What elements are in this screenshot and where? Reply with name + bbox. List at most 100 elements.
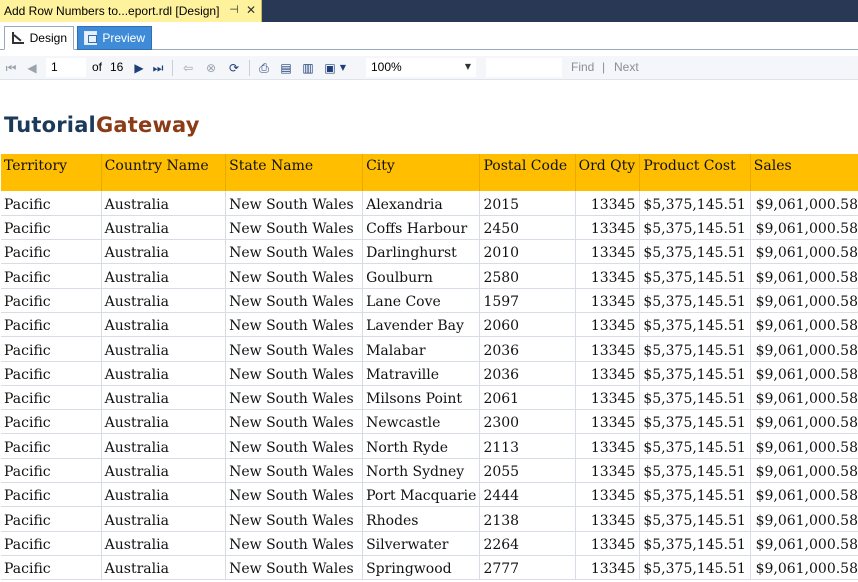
table-cell: New South Wales [225, 482, 364, 508]
table-cell: 13345 [575, 506, 641, 532]
stop-icon[interactable]: ⊗ [203, 60, 219, 76]
table-cell: 13345 [575, 191, 641, 216]
table-cell: Pacific [1, 288, 102, 313]
find-input[interactable] [486, 58, 562, 77]
table-cell: $9,061,000.58 [750, 433, 858, 459]
table-row: Pacific Australia New South Wales Milsons P… [1, 385, 858, 411]
first-page-icon[interactable]: ⏮ [3, 60, 19, 76]
table-cell: 1597 [479, 288, 576, 313]
table-cell: Australia [101, 482, 227, 508]
table-cell: Australia [101, 433, 227, 459]
table-cell: $9,061,000.58 [750, 263, 858, 289]
logo-text-part2: Gateway [95, 113, 200, 137]
table-row: Pacific Australia New South Wales Silverwat… [1, 531, 858, 556]
table-cell: $9,061,000.58 [750, 409, 858, 435]
table-cell: 13345 [575, 409, 641, 435]
table-cell: Rhodes [362, 506, 481, 532]
column-header: Product Cost [639, 154, 751, 191]
table-cell: 13345 [575, 555, 641, 581]
table-row: Pacific Australia New South Wales North Syd… [1, 458, 858, 484]
table-cell: New South Wales [225, 312, 364, 338]
table-row: Pacific Australia New South Wales Alexandri… [1, 191, 858, 216]
table-cell: Australia [101, 215, 227, 241]
table-cell: 2444 [479, 482, 576, 508]
zoom-select[interactable]: 100% [366, 58, 476, 77]
table-cell: 13345 [575, 215, 641, 241]
last-page-icon[interactable]: ⏭ [150, 60, 166, 76]
table-cell: New South Wales [225, 433, 364, 459]
table-row: Pacific Australia New South Wales Matravill… [1, 361, 858, 386]
table-cell: $5,375,145.51 [639, 409, 751, 435]
table-cell: Pacific [1, 482, 102, 508]
table-cell: Australia [101, 312, 227, 338]
back-icon[interactable]: ⇦ [180, 60, 196, 76]
toolbar-separator [172, 60, 173, 76]
table-cell: 13345 [575, 482, 641, 508]
table-cell: 2113 [479, 433, 576, 459]
print-layout-icon[interactable]: ▤ [278, 60, 294, 76]
table-cell: Australia [101, 409, 227, 435]
print-icon[interactable]: ⎙ [256, 60, 272, 76]
table-cell: $5,375,145.51 [639, 312, 751, 338]
next-page-icon[interactable]: ▶ [131, 60, 147, 76]
close-icon[interactable]: ✕ [244, 3, 258, 17]
table-cell: New South Wales [225, 409, 364, 435]
table-cell: Australia [101, 458, 227, 484]
table-cell: $9,061,000.58 [750, 555, 858, 581]
find-link[interactable]: Find [571, 59, 594, 76]
table-cell: New South Wales [225, 385, 364, 411]
table-cell: Pacific [1, 506, 102, 532]
table-row: Pacific Australia New South Wales Malabar 20… [1, 336, 858, 362]
table-cell: 2138 [479, 506, 576, 532]
table-cell: North Sydney [362, 458, 481, 484]
table-cell: $5,375,145.51 [639, 482, 751, 508]
table-cell: Darlinghurst [362, 239, 481, 265]
table-cell: 2061 [479, 385, 576, 411]
document-tab[interactable]: Add Row Numbers to...eport.rdl [Design] … [0, 0, 262, 22]
next-link[interactable]: Next [614, 59, 639, 76]
find-separator: | [602, 60, 606, 74]
table-cell: 13345 [575, 531, 641, 556]
table-cell: Milsons Point [362, 385, 481, 411]
report-table: Territory Country Name State Name City Posta… [1, 154, 858, 581]
table-cell: $5,375,145.51 [639, 385, 751, 411]
table-cell: Port Macquarie [362, 482, 481, 508]
previous-page-icon[interactable]: ◀ [24, 60, 40, 76]
tab-design-label: Design [29, 31, 67, 45]
table-cell: 13345 [575, 263, 641, 289]
tab-design[interactable]: Design [4, 26, 74, 50]
table-cell: Australia [101, 336, 227, 362]
table-cell: 13345 [575, 312, 641, 338]
table-cell: $9,061,000.58 [750, 191, 858, 216]
table-cell: Pacific [1, 336, 102, 362]
table-cell: Lavender Bay [362, 312, 481, 338]
table-cell: Pacific [1, 361, 102, 386]
table-cell: Pacific [1, 263, 102, 289]
table-cell: Pacific [1, 531, 102, 556]
table-cell: Australia [101, 385, 227, 411]
export-dropdown-icon[interactable]: ▼ [338, 60, 348, 76]
table-cell: $9,061,000.58 [750, 215, 858, 241]
tab-preview[interactable]: Preview [77, 26, 152, 50]
page-setup-icon[interactable]: ▥ [300, 60, 316, 76]
table-cell: Coffs Harbour [362, 215, 481, 241]
table-cell: Newcastle [362, 409, 481, 435]
table-row: Pacific Australia New South Wales Rhodes 213… [1, 506, 858, 532]
export-icon[interactable]: ▣ [322, 60, 338, 76]
column-header: Postal Code [479, 154, 576, 191]
tab-preview-label: Preview [102, 31, 145, 45]
table-cell: 2060 [479, 312, 576, 338]
table-cell: Malabar [362, 336, 481, 362]
current-page-input[interactable]: 1 [46, 58, 86, 77]
chevron-down-icon[interactable]: ▼ [463, 61, 473, 73]
table-row: Pacific Australia New South Wales Lavender … [1, 312, 858, 338]
table-cell: 2450 [479, 215, 576, 241]
table-row: Pacific Australia New South Wales North Ryd… [1, 433, 858, 459]
table-cell: Pacific [1, 555, 102, 581]
column-header: Ord Qty [575, 154, 641, 191]
refresh-icon[interactable]: ⟳ [226, 60, 242, 76]
table-cell: 2036 [479, 361, 576, 386]
table-cell: Australia [101, 555, 227, 581]
table-cell: Pacific [1, 409, 102, 435]
pin-icon[interactable]: ⊣ [227, 3, 241, 17]
